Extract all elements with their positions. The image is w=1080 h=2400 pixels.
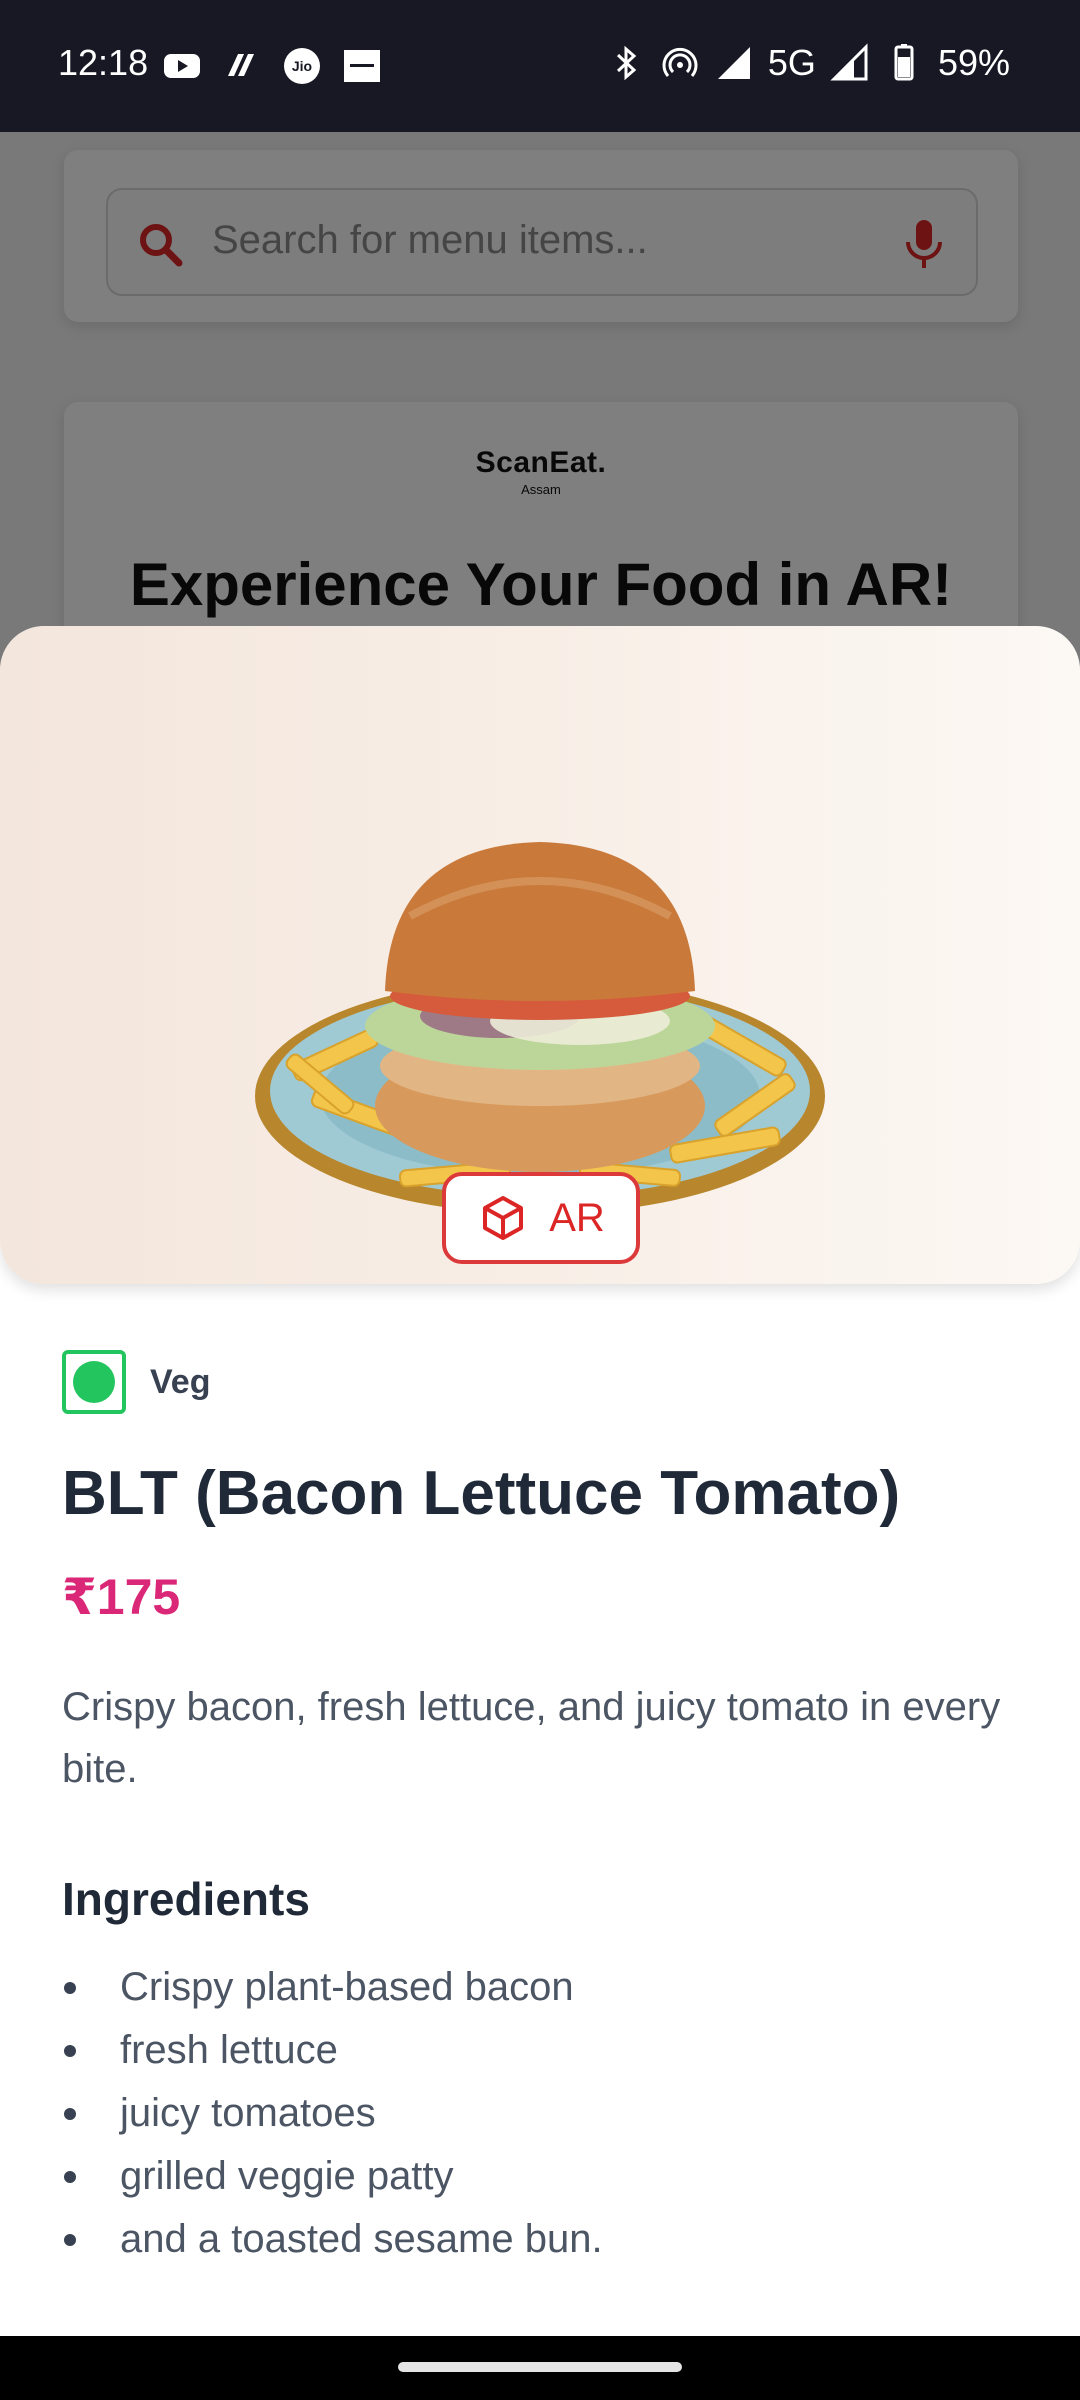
ingredient-item: and a toasted sesame bun. [62,2208,603,2271]
ingredient-item: grilled veggie patty [62,2145,603,2208]
status-bar: 12:18 Jio 5G 59% [0,0,1080,132]
youtube-icon [162,46,202,86]
ingredient-item: Crispy plant-based bacon [62,1956,603,2019]
jio-icon: Jio [282,46,322,86]
burger-image [255,842,825,1214]
item-image-area: AR [0,626,1080,1284]
item-price: ₹175 [62,1569,181,1625]
signal-icon-2 [830,43,870,83]
ar-view-button[interactable]: AR [442,1172,640,1264]
system-nav-bar [0,2336,1080,2400]
ingredient-item: juicy tomatoes [62,2082,603,2145]
ingredient-item: fresh lettuce [62,2019,603,2082]
signal-icon [714,43,754,83]
status-right: 5G 59% [606,42,1010,84]
battery-icon [884,43,924,83]
ingredients-heading: Ingredients [62,1873,310,1925]
status-time: 12:18 [58,42,149,83]
battery-level: 59% [937,42,1010,83]
item-description: Crispy bacon, fresh lettuce, and juicy t… [62,1685,1001,1791]
notification-icons: Jio [162,46,382,86]
bluetooth-icon [606,43,646,83]
zomato-icon [342,46,382,86]
diet-label: Veg [150,1362,211,1401]
item-detail-sheet: AR Veg BLT (Bacon Lettuce Tomato) ₹175 C… [0,626,1080,2336]
cube-icon [483,1196,524,1240]
diet-indicator: Veg [62,1350,210,1414]
home-gesture-handle[interactable] [398,2362,682,2372]
hotspot-icon [660,43,700,83]
network-type: 5G [767,42,816,83]
item-title: BLT (Bacon Lettuce Tomato) [62,1459,901,1528]
ar-label: AR [549,1195,605,1240]
svg-text:Jio: Jio [292,58,312,74]
ingredients-list: Crispy plant-based bacon fresh lettuce j… [62,1956,603,2271]
veg-icon [62,1350,126,1414]
app-icon [222,46,262,86]
